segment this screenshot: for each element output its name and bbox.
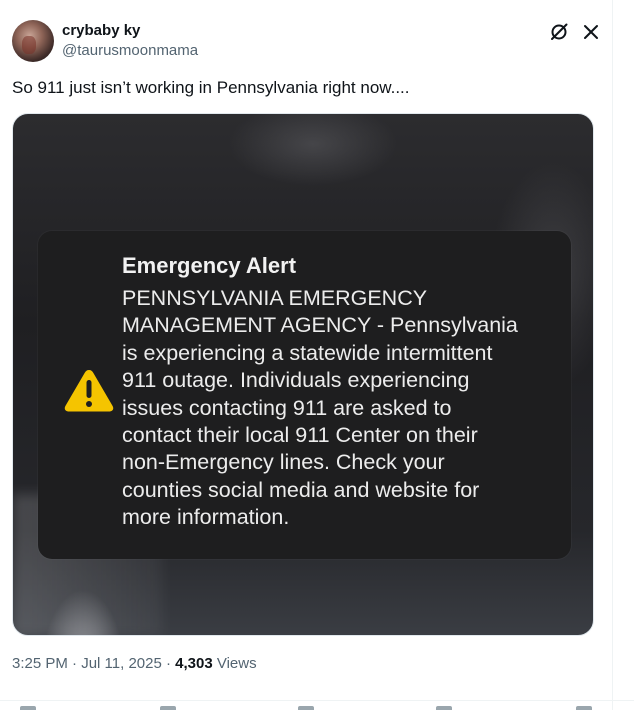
column-divider <box>612 0 613 710</box>
reply-icon[interactable] <box>20 706 36 710</box>
views-count: 4,303 <box>175 655 213 672</box>
more-icon[interactable] <box>580 21 602 43</box>
repost-icon[interactable] <box>160 706 176 710</box>
tweet-text: So 911 just isn’t working in Pennsylvani… <box>12 78 410 97</box>
share-icon[interactable] <box>576 706 592 710</box>
bookmark-icon[interactable] <box>436 706 452 710</box>
warning-triangle-icon <box>63 367 115 413</box>
action-bar <box>0 700 634 710</box>
avatar[interactable] <box>12 20 54 62</box>
author-handle[interactable]: @taurusmoonmama <box>62 42 198 59</box>
views-label: Views <box>212 655 257 672</box>
tweet: crybaby ky @taurusmoonmama So 911 just i… <box>0 0 634 710</box>
grok-icon[interactable] <box>548 21 570 43</box>
tweet-meta: 3:25 PM · Jul 11, 2025 · 4,303 Views <box>12 655 257 672</box>
author-display-name[interactable]: crybaby ky <box>62 22 140 39</box>
like-icon[interactable] <box>298 706 314 710</box>
alert-body: PENNSYLVANIA EMERGENCY MANAGEMENT AGENCY… <box>122 286 518 530</box>
tweet-media[interactable]: Emergency Alert PENNSYLVANIA EMERGENCY M… <box>12 113 594 636</box>
tweet-timestamp[interactable]: 3:25 PM · Jul 11, 2025 <box>12 655 162 672</box>
alert-title: Emergency Alert <box>122 253 297 278</box>
meta-separator: · <box>161 655 176 672</box>
